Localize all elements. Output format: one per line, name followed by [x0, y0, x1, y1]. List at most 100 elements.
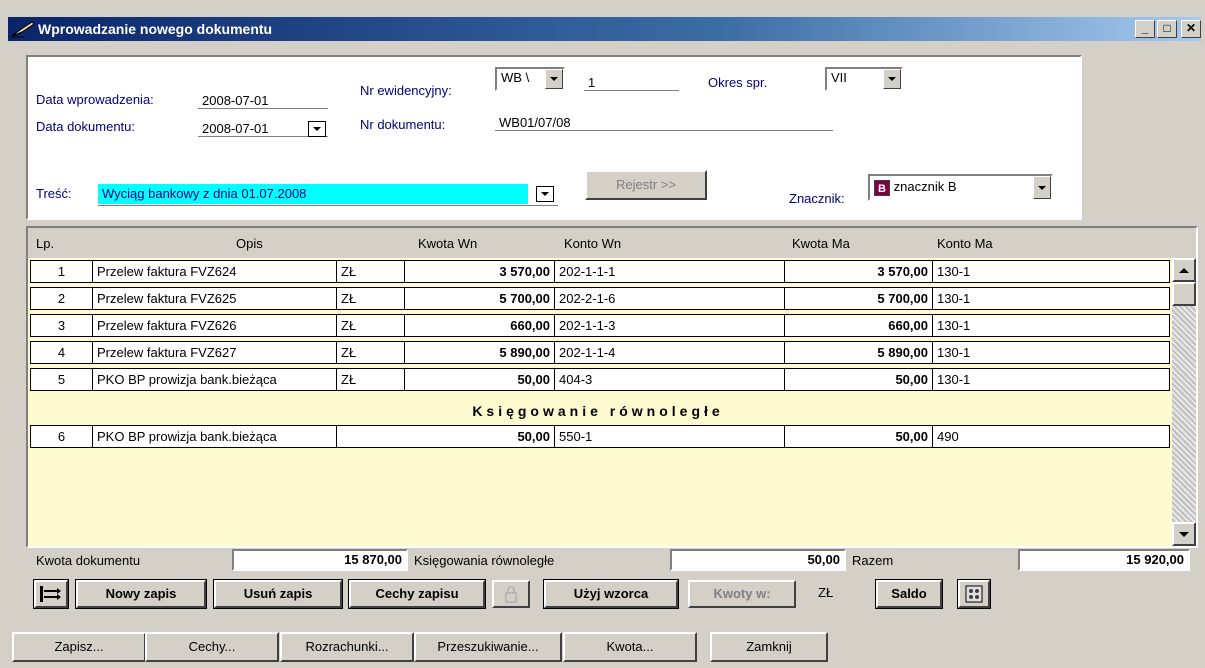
cell-kwota-wn[interactable]: 5 700,00	[405, 288, 555, 309]
kwota-button[interactable]: Kwota...	[563, 632, 697, 662]
cell-opis[interactable]: Przelew faktura FVZ625	[93, 288, 337, 309]
cell-kwota-ma[interactable]: 660,00	[785, 315, 933, 336]
table-row[interactable]: 5 PKO BP prowizja bank.bieżąca ZŁ 50,00 404-…	[30, 368, 1170, 391]
kwoty-w-button[interactable]: Kwoty w:	[688, 580, 796, 608]
cell-opis[interactable]: Przelew faktura FVZ626	[93, 315, 337, 336]
cell-opis[interactable]: Przelew faktura FVZ627	[93, 342, 337, 363]
kwota-dokumentu-label: Kwota dokumentu	[36, 553, 141, 568]
cell-waluta[interactable]: ZŁ	[337, 342, 405, 363]
cell-kwota-wn[interactable]: 50,00	[405, 369, 555, 390]
zamknij-button[interactable]: Zamknij	[710, 632, 828, 662]
minimize-button[interactable]: _	[1135, 20, 1155, 38]
cell-lp[interactable]: 4	[31, 342, 93, 363]
rozrachunki-button[interactable]: Rozrachunki...	[280, 632, 414, 662]
nr-ewidencyjny-prefix-select[interactable]: WB \	[495, 67, 565, 91]
tag-icon: B	[874, 179, 890, 196]
cell-opis[interactable]: PKO BP prowizja bank.bieżąca	[93, 426, 337, 447]
saldo-button[interactable]: Saldo	[875, 579, 943, 609]
zapisz-button[interactable]: Zapisz...	[12, 632, 146, 662]
vertical-scrollbar[interactable]	[1172, 258, 1196, 546]
cell-kwota-ma[interactable]: 50,00	[785, 426, 933, 447]
data-dokumentu-field[interactable]: 2008-07-01	[198, 121, 328, 137]
cell-konto-wn[interactable]: 550-1	[555, 426, 785, 447]
maximize-button[interactable]: □	[1157, 20, 1177, 38]
cell-konto-ma[interactable]: 130-1	[933, 288, 1169, 309]
cell-konto-ma[interactable]: 130-1	[933, 315, 1169, 336]
cell-kwota-wn[interactable]: 50,00	[337, 426, 555, 447]
tresc-field[interactable]: Wyciąg bankowy z dnia 01.07.2008	[98, 184, 558, 206]
rejestr-button[interactable]: Rejestr >>	[585, 170, 707, 200]
cell-konto-wn[interactable]: 202-1-1-1	[555, 261, 785, 282]
lock-icon[interactable]	[492, 580, 530, 608]
uzyj-wzorca-button[interactable]: Użyj wzorca	[543, 579, 679, 609]
scroll-up-icon[interactable]	[1172, 258, 1196, 282]
date-dropdown-icon[interactable]	[308, 121, 326, 137]
table-row[interactable]: 4 Przelew faktura FVZ627 ZŁ 5 890,00 202-1-1…	[30, 341, 1170, 364]
cell-kwota-ma[interactable]: 5 890,00	[785, 342, 933, 363]
cell-waluta[interactable]: ZŁ	[337, 315, 405, 336]
window-title: Wprowadzanie nowego dokumentu	[38, 21, 273, 37]
table-row[interactable]: 3 Przelew faktura FVZ626 ZŁ 660,00 202-1-1-3…	[30, 314, 1170, 337]
nowy-zapis-button[interactable]: Nowy zapis	[75, 579, 207, 609]
col-kwota-wn: Kwota Wn	[418, 236, 478, 251]
scroll-down-icon[interactable]	[1172, 522, 1196, 546]
cell-konto-wn[interactable]: 202-1-1-4	[555, 342, 785, 363]
cell-waluta[interactable]: ZŁ	[337, 261, 405, 282]
cell-lp[interactable]: 5	[31, 369, 93, 390]
cell-waluta[interactable]: ZŁ	[337, 288, 405, 309]
cell-konto-ma[interactable]: 130-1	[933, 342, 1169, 363]
cell-konto-wn[interactable]: 404-3	[555, 369, 785, 390]
close-button[interactable]: ✕	[1181, 20, 1201, 38]
nr-dokumentu-field[interactable]: WB01/07/08	[495, 115, 833, 131]
grid-header: Lp. Opis Kwota Wn Konto Wn Kwota Ma Kont…	[28, 228, 1196, 258]
przeszukiwanie-button[interactable]: Przeszukiwanie...	[414, 632, 562, 662]
chevron-down-icon[interactable]	[545, 69, 563, 89]
nr-dokumentu-label: Nr dokumentu:	[360, 117, 446, 132]
chevron-down-icon[interactable]	[1033, 176, 1051, 199]
cell-kwota-wn[interactable]: 3 570,00	[405, 261, 555, 282]
nr-ewidencyjny-field[interactable]: 1	[584, 75, 679, 91]
title-bar: Wprowadzanie nowego dokumentu _ □ ✕	[0, 0, 1205, 42]
cell-konto-ma[interactable]: 130-1	[933, 369, 1169, 390]
chevron-down-icon[interactable]	[536, 186, 554, 202]
cechy-button[interactable]: Cechy...	[145, 632, 279, 662]
calculator-icon[interactable]	[957, 579, 991, 609]
cell-kwota-ma[interactable]: 3 570,00	[785, 261, 933, 282]
cell-opis[interactable]: Przelew faktura FVZ624	[93, 261, 337, 282]
cell-lp[interactable]: 3	[31, 315, 93, 336]
cell-kwota-wn[interactable]: 5 890,00	[405, 342, 555, 363]
tresc-label: Treść:	[36, 186, 72, 201]
data-wprowadzenia-field[interactable]: 2008-07-01	[198, 93, 328, 109]
table-row[interactable]: 6 PKO BP prowizja bank.bieżąca 50,00 550-1 5…	[30, 425, 1170, 448]
cell-konto-ma[interactable]: 490	[933, 426, 1169, 447]
cell-opis[interactable]: PKO BP prowizja bank.bieżąca	[93, 369, 337, 390]
entries-grid: Lp. Opis Kwota Wn Konto Wn Kwota Ma Kont…	[26, 226, 1198, 548]
ksiegowania-label: Księgowania równoległe	[414, 553, 555, 568]
usun-zapis-button[interactable]: Usuń zapis	[213, 579, 343, 609]
znacznik-select[interactable]: B znacznik B	[868, 174, 1053, 201]
table-row[interactable]: 1 Przelew faktura FVZ624 ZŁ 3 570,00 202-1-1…	[30, 260, 1170, 283]
document-header-panel: Data wprowadzenia: 2008-07-01 Data dokum…	[26, 55, 1082, 220]
cell-kwota-ma[interactable]: 50,00	[785, 369, 933, 390]
cell-waluta[interactable]: ZŁ	[337, 369, 405, 390]
data-wprowadzenia-label: Data wprowadzenia:	[36, 92, 154, 107]
chevron-down-icon[interactable]	[883, 69, 901, 89]
col-konto-ma: Konto Ma	[937, 236, 993, 251]
toggle-view-icon[interactable]	[33, 579, 69, 609]
kwota-dokumentu-value: 15 870,00	[232, 549, 408, 571]
scroll-thumb[interactable]	[1172, 282, 1196, 306]
cell-kwota-wn[interactable]: 660,00	[405, 315, 555, 336]
col-lp: Lp.	[36, 236, 55, 251]
cell-kwota-ma[interactable]: 5 700,00	[785, 288, 933, 309]
cell-lp[interactable]: 1	[31, 261, 93, 282]
okres-select[interactable]: VII	[825, 67, 903, 91]
cell-konto-wn[interactable]: 202-1-1-3	[555, 315, 785, 336]
cell-konto-ma[interactable]: 130-1	[933, 261, 1169, 282]
cell-lp[interactable]: 2	[31, 288, 93, 309]
cechy-zapisu-button[interactable]: Cechy zapisu	[348, 579, 486, 609]
table-row[interactable]: 2 Przelew faktura FVZ625 ZŁ 5 700,00 202-2-1…	[30, 287, 1170, 310]
cell-konto-wn[interactable]: 202-2-1-6	[555, 288, 785, 309]
pen-icon	[11, 21, 35, 38]
cell-lp[interactable]: 6	[31, 426, 93, 447]
nr-ewidencyjny-label: Nr ewidencyjny:	[360, 83, 452, 98]
